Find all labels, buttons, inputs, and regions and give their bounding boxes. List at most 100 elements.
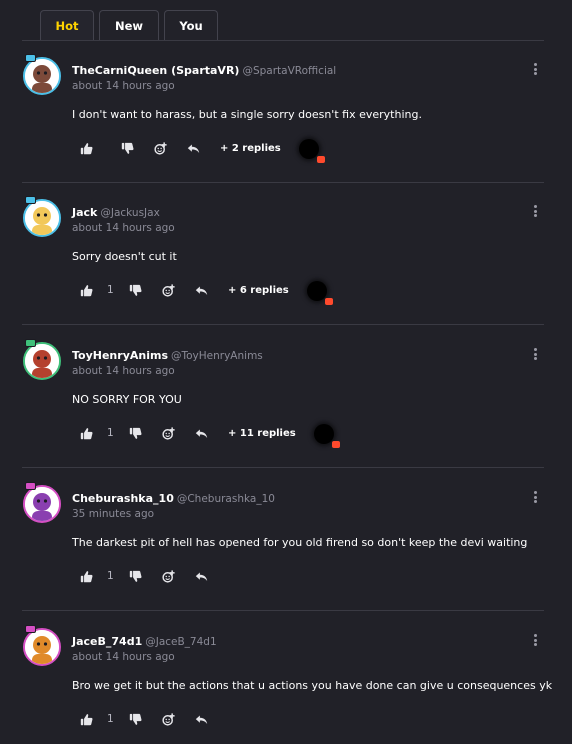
thumbs-down-icon [129,427,142,439]
author-name[interactable]: Jack [72,206,97,219]
thumbs-up-icon [80,284,93,296]
reply-icon [195,285,208,295]
avatar-image [25,59,59,93]
comment-item: TheCarniQueen (SpartaVR) @SpartaVRofficia… [22,41,544,183]
like-button[interactable] [80,710,93,728]
comment-timestamp: about 14 hours ago [72,365,175,377]
reply-button[interactable] [195,710,208,728]
add-emoji-icon [162,426,175,440]
comment-timestamp: 35 minutes ago [72,508,155,520]
like-button[interactable] [80,567,93,585]
add-emoji-icon [162,569,175,583]
crown-badge-icon [25,625,36,633]
more-options-icon[interactable] [530,632,540,648]
comment-timestamp: about 14 hours ago [72,222,175,234]
author-name[interactable]: Cheburashka_10 [72,492,174,505]
more-options-icon[interactable] [530,61,540,77]
comment-timestamp: about 14 hours ago [72,80,175,92]
like-button[interactable] [80,139,93,157]
add-emoji-icon [162,283,175,297]
reply-button[interactable] [195,567,208,585]
reply-button[interactable] [195,424,208,442]
like-count: 1 [107,570,114,582]
avatar[interactable] [23,628,61,666]
author-handle[interactable]: @JackusJax [100,207,159,219]
comment-actions: 1 [80,567,208,585]
author-name[interactable]: JaceB_74d1 [72,635,142,648]
author-handle[interactable]: @Cheburashka_10 [177,493,275,505]
comment-actions: 1 [80,710,208,728]
add-reaction-button[interactable] [162,710,175,728]
dislike-button[interactable] [121,139,134,157]
comment-header: TheCarniQueen (SpartaVR) @SpartaVRofficia… [72,62,336,78]
comment-header: JaceB_74d1 @JaceB_74d1 [72,633,217,649]
author-handle[interactable]: @ToyHenryAnims [171,350,263,362]
view-replies-link[interactable]: + 6 replies [228,285,289,296]
comment-header: Jack @JackusJax [72,204,160,220]
more-options-icon[interactable] [530,203,540,219]
reply-icon [195,571,208,581]
notification-badge [324,298,333,305]
reply-button[interactable] [195,281,208,299]
like-button[interactable] [80,281,93,299]
reply-button[interactable] [187,139,200,157]
dislike-button[interactable] [129,281,142,299]
tab-you[interactable]: You [164,10,218,41]
add-reaction-button[interactable] [162,424,175,442]
tab-new[interactable]: New [99,10,159,41]
thumbs-up-icon [80,427,93,439]
comment-text: Bro we get it but the actions that u act… [72,679,553,692]
comment-header: ToyHenryAnims @ToyHenryAnims [72,347,263,363]
avatar-image [25,487,59,521]
comment-item: Cheburashka_10 @Cheburashka_10 35 minutes… [22,469,544,611]
add-reaction-button[interactable] [162,281,175,299]
avatar-image [25,201,59,235]
comment-text: The darkest pit of hell has opened for y… [72,536,528,549]
like-button[interactable] [80,424,93,442]
add-emoji-icon [162,712,175,726]
comment-actions: 1 [80,281,333,305]
thumbs-up-icon [80,142,93,154]
author-handle[interactable]: @JaceB_74d1 [145,636,216,648]
avatar[interactable] [23,199,61,237]
reply-participant-avatar [306,281,333,305]
tab-hot[interactable]: Hot [40,10,94,41]
reply-icon [187,143,200,153]
more-options-icon[interactable] [530,489,540,505]
reply-icon [195,428,208,438]
add-emoji-icon [154,141,167,155]
thumbs-down-icon [121,142,134,154]
comment-item: JaceB_74d1 @JaceB_74d1 about 14 hours ago… [22,612,552,744]
author-name[interactable]: ToyHenryAnims [72,349,168,362]
avatar[interactable] [23,342,61,380]
thumbs-down-icon [129,570,142,582]
avatar[interactable] [23,57,61,95]
comment-actions: 1 [80,424,340,448]
comment-header: Cheburashka_10 @Cheburashka_10 [72,490,275,506]
crown-badge-icon [25,482,36,490]
avatar[interactable] [23,485,61,523]
add-reaction-button[interactable] [154,139,167,157]
comment-item: Jack @JackusJax about 14 hours ago Sorry … [22,183,544,325]
dislike-button[interactable] [129,710,142,728]
view-replies-link[interactable]: + 11 replies [228,428,296,439]
thumbs-up-icon [80,570,93,582]
thumbs-down-icon [129,713,142,725]
like-count: 1 [107,427,114,439]
author-handle[interactable]: @SpartaVRofficial [242,65,336,77]
comment-timestamp: about 14 hours ago [72,651,175,663]
crown-badge-icon [25,196,36,204]
dislike-button[interactable] [129,567,142,585]
comment-item: ToyHenryAnims @ToyHenryAnims about 14 hou… [22,326,544,468]
reply-participant-avatar [298,139,325,163]
author-name[interactable]: TheCarniQueen (SpartaVR) [72,64,239,77]
crown-badge-icon [25,54,36,62]
comment-text: Sorry doesn't cut it [72,250,177,263]
notification-badge [331,441,340,448]
add-reaction-button[interactable] [162,567,175,585]
thumbs-up-icon [80,713,93,725]
avatar-image [25,630,59,664]
dislike-button[interactable] [129,424,142,442]
more-options-icon[interactable] [530,346,540,362]
view-replies-link[interactable]: + 2 replies [220,143,281,154]
